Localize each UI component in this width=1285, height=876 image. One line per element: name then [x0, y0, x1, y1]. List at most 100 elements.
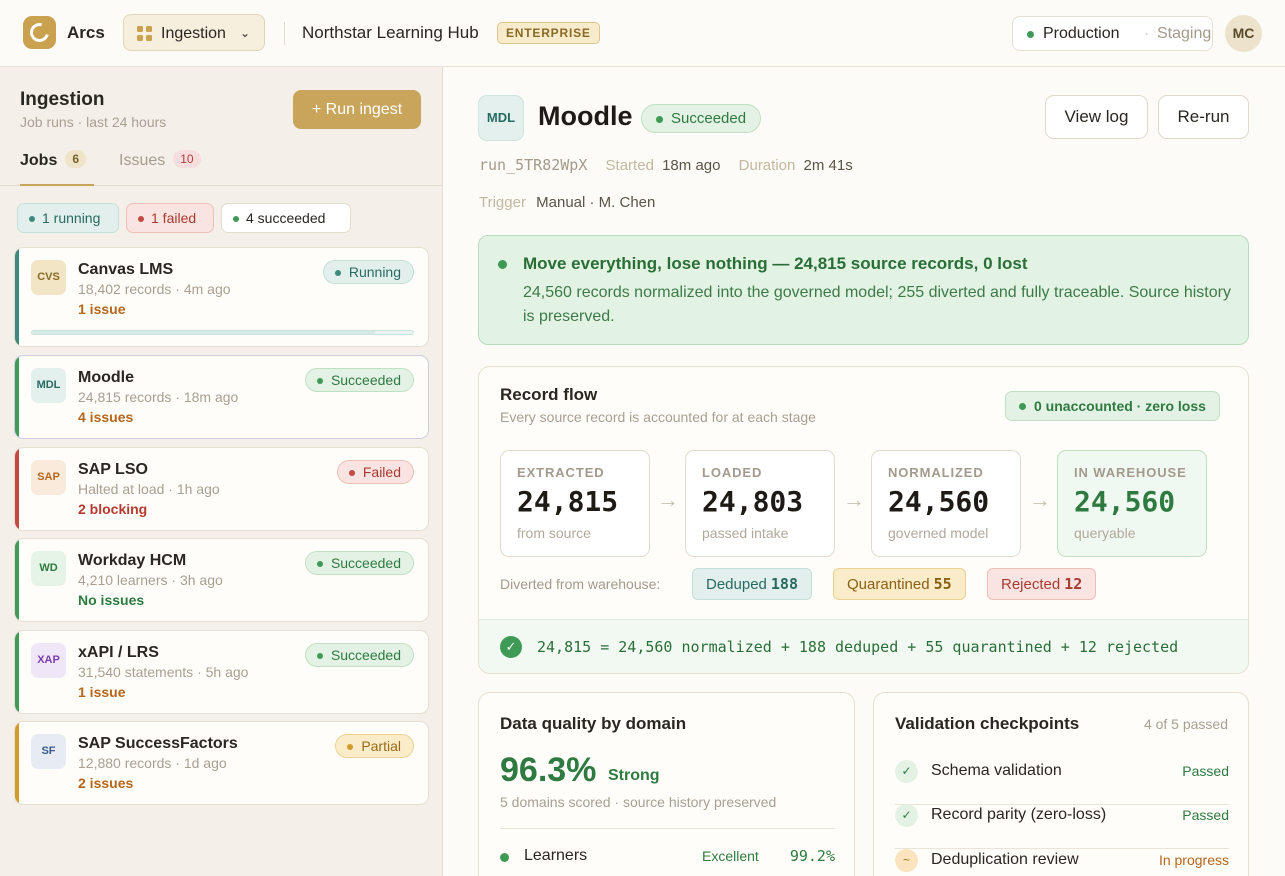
job-card[interactable]: CVS Canvas LMS 18,402 records · 4m ago 1 is… [14, 247, 429, 347]
diverted-rejected-label: Rejected [1001, 576, 1061, 593]
stage-in-warehouse: IN WAREHOUSE 24,560 queryable [1057, 450, 1207, 557]
source-icon: WD [31, 551, 66, 586]
diverted-deduped[interactable]: Deduped 188 [692, 568, 812, 600]
checkpoint-row[interactable]: ✓ Schema validation Passed [895, 760, 1229, 805]
env-separator: · [1144, 25, 1149, 42]
stage-value: 24,803 [702, 485, 804, 518]
job-issues: 2 blocking [78, 501, 148, 517]
sidebar: Ingestion Job runs · last 24 hours + Run… [0, 67, 443, 876]
check-icon: ✓ [895, 760, 918, 783]
stage-desc: queryable [1074, 525, 1136, 541]
started-value: 18m ago [662, 157, 721, 174]
filter-failed[interactable]: 1 failed [126, 203, 214, 233]
domain-row[interactable]: Learners Excellent 99.2% [500, 846, 835, 868]
job-card[interactable]: XAP xAPI / LRS 31,540 statements · 5h ago 1… [14, 630, 429, 714]
chevron-down-icon: ⌄ [240, 26, 251, 40]
status-accent-bar [15, 631, 19, 713]
domain-name: Learners [524, 847, 588, 864]
tab-issues[interactable]: Issues 10 [119, 150, 201, 170]
diverted-deduped-value: 188 [770, 575, 798, 593]
stage-desc: passed intake [702, 525, 789, 541]
record-flow-subtitle: Every source record is accounted for at … [500, 409, 816, 425]
job-issues: 1 issue [78, 684, 126, 700]
checkpoint-name: Deduplication review [931, 851, 1079, 868]
stage-extracted: EXTRACTED 24,815 from source [500, 450, 650, 557]
filter-succeeded[interactable]: 4 succeeded [221, 203, 351, 233]
zero-loss-badge: 0 unaccounted · zero loss [1005, 391, 1220, 421]
domain-rating: Excellent [702, 848, 759, 864]
diverted-deduped-label: Deduped [706, 576, 767, 593]
validation-count: 4 of 5 passed [1143, 716, 1228, 732]
job-status-badge: Partial [335, 734, 414, 758]
arrow-right-icon: → [843, 487, 865, 512]
trigger-meta: Trigger Manual · M. Chen [479, 194, 655, 211]
diverted-rejected-value: 12 [1064, 575, 1083, 593]
success-banner: Move everything, lose nothing — 24,815 s… [478, 235, 1249, 345]
avatar[interactable]: MC [1225, 15, 1262, 52]
module-switcher[interactable]: Ingestion ⌄ [123, 14, 265, 51]
filter-running[interactable]: 1 running [17, 203, 119, 233]
source-icon: SF [31, 734, 66, 769]
trigger-label: Trigger [479, 194, 526, 211]
stage-label: NORMALIZED [888, 465, 984, 480]
org-name: Northstar Learning Hub [302, 23, 479, 42]
job-meta: 12,880 records · 1d ago [78, 755, 227, 771]
check-icon: ✓ [895, 804, 918, 827]
sidebar-tabs: Jobs 6 Issues 10 [0, 147, 443, 186]
record-flow-title: Record flow [500, 385, 598, 404]
started-label: Started [605, 157, 654, 174]
run-ingest-button[interactable]: + Run ingest [293, 90, 421, 129]
job-status-badge: Running [322, 260, 414, 284]
source-icon: MDL [31, 368, 66, 403]
environment-switcher[interactable]: Production · Staging [1012, 16, 1213, 51]
stage-desc: governed model [888, 525, 989, 541]
stage-label: EXTRACTED [517, 465, 605, 480]
validation-card: Validation checkpoints 4 of 5 passed ✓ S… [873, 692, 1249, 876]
rerun-button[interactable]: Re-run [1158, 95, 1249, 139]
stage-label: LOADED [702, 465, 763, 480]
top-bar: Arcs Ingestion ⌄ Northstar Learning Hub … [0, 0, 1285, 67]
sidebar-title: Ingestion [20, 89, 105, 110]
job-issues: 2 issues [78, 775, 134, 791]
job-meta: Halted at load · 1h ago [78, 481, 220, 497]
job-card[interactable]: SF SAP SuccessFactors 12,880 records · 1d … [14, 721, 429, 805]
job-name: xAPI / LRS [78, 644, 159, 661]
job-name: SAP SuccessFactors [78, 735, 238, 752]
job-card[interactable]: MDL Moodle 24,815 records · 18m ago 4 issue… [14, 355, 429, 439]
domain-percent: 99.2% [789, 847, 835, 865]
view-log-button[interactable]: View log [1045, 95, 1148, 139]
job-progress-bar [31, 330, 414, 335]
job-name: Workday HCM [78, 552, 187, 569]
tab-jobs[interactable]: Jobs 6 [20, 150, 95, 186]
job-meta: 4,210 learners · 3h ago [78, 572, 223, 588]
env-staging[interactable]: Staging [1157, 25, 1211, 43]
app-logo-icon [23, 16, 56, 49]
job-name: Canvas LMS [78, 261, 174, 278]
record-flow-card: Record flow Every source record is accou… [478, 366, 1249, 674]
diverted-rejected[interactable]: Rejected 12 [987, 568, 1097, 600]
reconciliation-row: ✓ 24,815 = 24,560 normalized + 188 dedup… [479, 619, 1248, 673]
duration-value: 2m 41s [803, 157, 853, 174]
tab-jobs-count: 6 [65, 150, 87, 168]
job-detail: MDL Moodle Succeeded View log Re-run run… [443, 67, 1285, 876]
job-status-badge: Succeeded [304, 643, 414, 667]
diverted-quarantined[interactable]: Quarantined 55 [833, 568, 966, 600]
duration-label: Duration [738, 157, 796, 174]
tab-issues-count: 10 [173, 150, 201, 168]
domain-status-dot [500, 853, 509, 862]
checkpoint-row[interactable]: ~ Deduplication review In progress [895, 849, 1229, 876]
tab-issues-label: Issues [119, 152, 166, 169]
source-icon: MDL [478, 95, 524, 141]
run-id: run_5TR82WpX [479, 156, 588, 174]
job-status-badge: Failed [336, 460, 414, 484]
job-card[interactable]: SAP SAP LSO Halted at load · 1h ago 2 block… [14, 447, 429, 531]
banner-status-dot [498, 260, 507, 269]
job-card[interactable]: WD Workday HCM 4,210 learners · 3h ago No i… [14, 538, 429, 622]
checkpoint-row[interactable]: ✓ Record parity (zero-loss) Passed [895, 804, 1229, 849]
page-title: Moodle [538, 101, 633, 131]
tab-jobs-label: Jobs [20, 152, 58, 169]
check-circle-icon: ✓ [500, 636, 522, 658]
stage-value: 24,560 [888, 485, 990, 518]
job-meta: 24,815 records · 18m ago [78, 389, 239, 405]
env-production[interactable]: Production [1043, 25, 1120, 43]
